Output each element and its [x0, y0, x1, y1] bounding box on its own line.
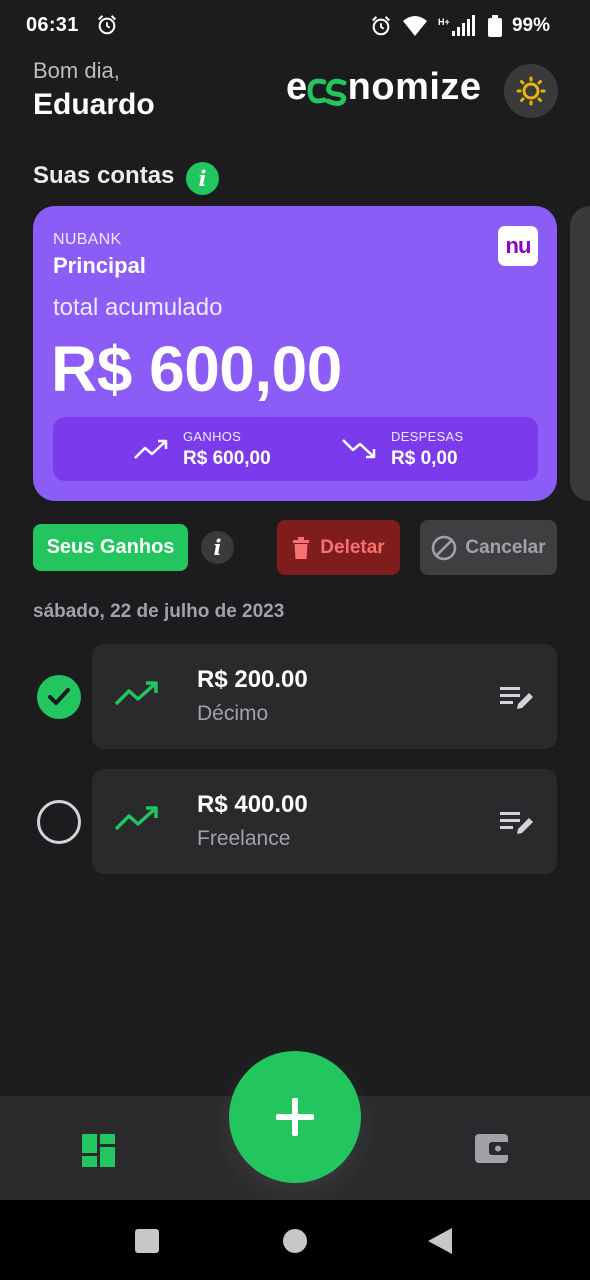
cell-signal-icon: H+: [438, 15, 475, 36]
expense-value: R$ 0,00: [391, 447, 458, 469]
greeting-text: Bom dia,: [33, 58, 120, 83]
expense-label: DESPESAS: [391, 428, 464, 444]
your-gains-button[interactable]: Seus Ganhos: [33, 524, 188, 571]
trending-down-icon: [342, 439, 376, 459]
wifi-icon: [402, 16, 427, 36]
transaction-amount: R$ 200.00: [197, 666, 308, 693]
bank-name: NUBANK: [53, 231, 122, 248]
user-name: Eduardo: [33, 88, 155, 121]
system-navigation-bar: [0, 1200, 590, 1280]
logo-suffix: nomize: [347, 66, 482, 108]
trending-up-icon: [114, 806, 158, 831]
account-summary: GANHOS R$ 600,00 DESPESAS R$ 0,00: [53, 417, 538, 481]
expense-summary: DESPESAS R$ 0,00: [341, 417, 463, 481]
accounts-section-title: Suas contas: [33, 162, 175, 189]
transaction-card[interactable]: R$ 400.00 Freelance: [92, 769, 557, 874]
recent-apps-button[interactable]: [135, 1229, 159, 1253]
income-label: GANHOS: [183, 428, 242, 444]
app-logo: e nomize: [286, 66, 482, 109]
income-summary: GANHOS R$ 600,00: [133, 417, 271, 481]
plus-icon: [276, 1098, 314, 1136]
home-button[interactable]: [283, 1229, 307, 1253]
battery-icon: [487, 15, 502, 37]
transaction-card[interactable]: R$ 200.00 Décimo: [92, 644, 557, 749]
theme-toggle-button[interactable]: [504, 64, 558, 118]
gains-info-icon[interactable]: i: [201, 531, 234, 564]
accounts-info-icon[interactable]: i: [186, 162, 219, 195]
cancel-label: Cancelar: [465, 536, 546, 558]
status-time: 06:31: [26, 14, 79, 36]
add-transaction-button[interactable]: [229, 1051, 361, 1183]
income-value: R$ 600,00: [183, 447, 271, 469]
sun-icon: [516, 76, 546, 106]
delete-label: Deletar: [320, 536, 385, 558]
account-name: Principal: [53, 253, 146, 278]
trash-icon: [293, 536, 310, 559]
status-bar: 06:31 H+ 99%: [0, 0, 590, 54]
back-button[interactable]: [428, 1228, 452, 1254]
transaction-description: Décimo: [197, 702, 269, 725]
check-icon: [48, 688, 70, 705]
edit-note-icon[interactable]: [499, 684, 535, 712]
logo-mark-icon: [306, 73, 350, 106]
network-type-label: H+: [438, 17, 450, 27]
cancel-button[interactable]: Cancelar: [420, 520, 557, 575]
battery-percent: 99%: [511, 15, 550, 36]
transaction-row: R$ 400.00 Freelance: [0, 769, 590, 874]
wallet-icon[interactable]: [475, 1132, 510, 1165]
block-icon: [432, 535, 457, 560]
alarm-icon: [372, 16, 390, 36]
next-account-card[interactable]: [570, 206, 590, 501]
trending-up-icon: [134, 439, 168, 459]
alarm-icon: [98, 15, 116, 35]
total-value: R$ 600,00: [51, 333, 342, 405]
total-label: total acumulado: [53, 294, 223, 321]
edit-note-icon[interactable]: [499, 809, 535, 837]
date-header: sábado, 22 de julho de 2023: [33, 601, 285, 622]
trending-up-icon: [114, 681, 158, 706]
delete-button[interactable]: Deletar: [277, 520, 400, 575]
select-checkbox[interactable]: [37, 675, 81, 719]
select-checkbox[interactable]: [37, 800, 81, 844]
account-card[interactable]: NUBANK Principal nu total acumulado R$ 6…: [33, 206, 557, 501]
transaction-amount: R$ 400.00: [197, 791, 308, 818]
logo-prefix: e: [286, 66, 308, 108]
transaction-description: Freelance: [197, 827, 291, 850]
bank-logo-icon: nu: [498, 226, 538, 266]
status-icons: H+ 99%: [370, 14, 550, 38]
transaction-row: R$ 200.00 Décimo: [0, 644, 590, 749]
dashboard-icon[interactable]: [82, 1134, 115, 1167]
